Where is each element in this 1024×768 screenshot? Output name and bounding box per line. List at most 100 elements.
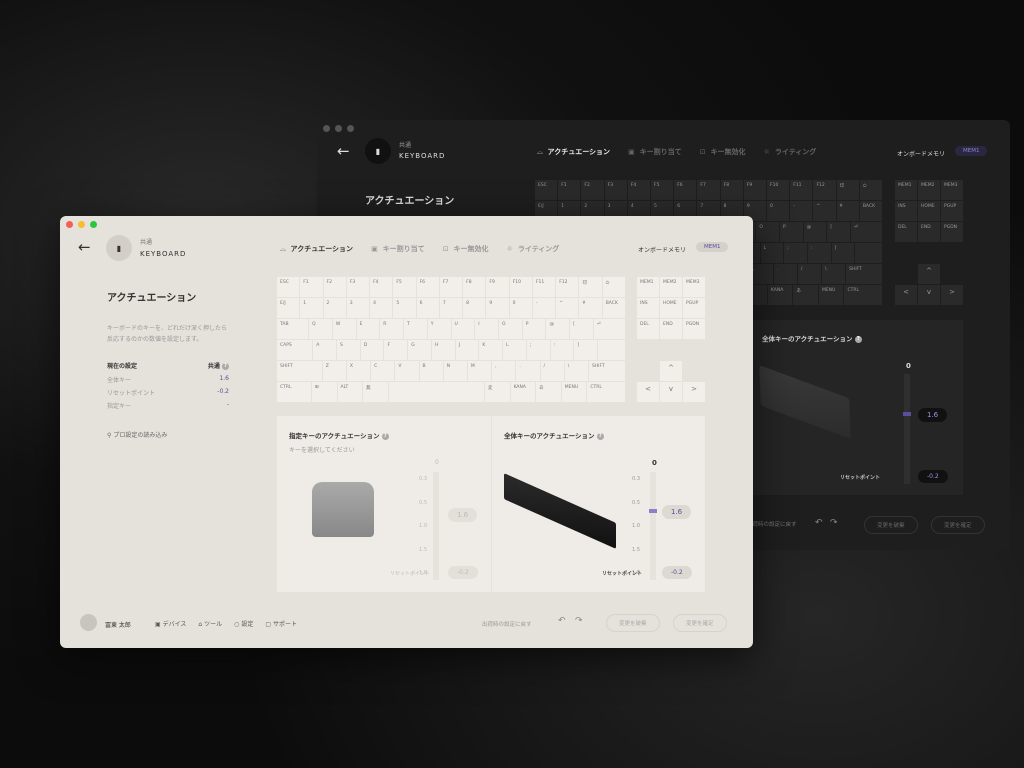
key[interactable]: MEM3 bbox=[683, 277, 705, 297]
key[interactable]: KANA bbox=[510, 382, 536, 402]
back-button[interactable]: ← bbox=[78, 238, 91, 256]
key[interactable]: v bbox=[660, 382, 682, 402]
key[interactable]: @ bbox=[803, 222, 827, 242]
key[interactable]: CAPS bbox=[277, 340, 313, 360]
key[interactable]: ¥ bbox=[836, 201, 859, 221]
key[interactable]: U bbox=[451, 319, 475, 339]
key[interactable]: BACK bbox=[859, 201, 883, 221]
key[interactable]: I bbox=[475, 319, 498, 339]
key[interactable]: F2 bbox=[323, 277, 346, 297]
discard-button[interactable]: 変更を破棄 bbox=[606, 614, 660, 632]
key[interactable]: ¥ bbox=[579, 298, 602, 318]
key[interactable]: / bbox=[797, 264, 821, 284]
key[interactable]: B bbox=[419, 361, 443, 381]
key[interactable]: ESC bbox=[535, 180, 558, 200]
key[interactable]: F7 bbox=[697, 180, 720, 200]
key[interactable]: F10 bbox=[767, 180, 790, 200]
global-value[interactable]: 1.6 bbox=[662, 505, 692, 519]
key[interactable]: ^ bbox=[918, 264, 940, 284]
key[interactable]: F2 bbox=[581, 180, 604, 200]
key[interactable]: E bbox=[356, 319, 380, 339]
key[interactable]: MEM2 bbox=[918, 180, 940, 200]
tab-disable[interactable]: ⊡ キー無効化 bbox=[443, 244, 489, 254]
key[interactable]: Q bbox=[309, 319, 332, 339]
key[interactable]: END bbox=[660, 319, 682, 339]
key[interactable]: MEM3 bbox=[941, 180, 963, 200]
key[interactable]: CTRL bbox=[277, 382, 311, 402]
key[interactable]: \ bbox=[564, 361, 588, 381]
tab-actuation[interactable]: ⌓ アクチュエーション bbox=[280, 244, 353, 254]
key[interactable]: MEM1 bbox=[637, 277, 659, 297]
key[interactable]: F8 bbox=[720, 180, 743, 200]
key[interactable]: O bbox=[756, 222, 780, 242]
actuation-slider[interactable] bbox=[649, 472, 657, 580]
key[interactable]: \ bbox=[821, 264, 846, 284]
key[interactable]: Y bbox=[427, 319, 451, 339]
key[interactable]: HOME bbox=[918, 201, 940, 221]
key[interactable]: MENU bbox=[818, 285, 844, 305]
tab-actuation[interactable]: ⌓ アクチュエーション bbox=[537, 147, 610, 157]
key[interactable]: 2 bbox=[323, 298, 346, 318]
undo-button[interactable]: ↶ bbox=[558, 616, 566, 626]
memory-select[interactable]: MEM1 bbox=[955, 146, 988, 156]
key[interactable]: F1 bbox=[300, 277, 323, 297]
key[interactable]: N bbox=[443, 361, 467, 381]
key[interactable]: , bbox=[749, 264, 773, 284]
redo-button[interactable]: ↷ bbox=[830, 518, 838, 528]
key[interactable]: F6 bbox=[674, 180, 697, 200]
key[interactable] bbox=[855, 243, 883, 263]
key[interactable]: F5 bbox=[393, 277, 416, 297]
key[interactable]: 変 bbox=[484, 382, 510, 402]
key[interactable]: / bbox=[540, 361, 564, 381]
key[interactable]: MEM2 bbox=[660, 277, 682, 297]
key[interactable]: 7 bbox=[439, 298, 463, 318]
key[interactable]: SHIFT bbox=[277, 361, 322, 381]
key[interactable]: 1 bbox=[300, 298, 323, 318]
key[interactable]: PGUP bbox=[683, 298, 705, 318]
memory-select[interactable]: MEM1 bbox=[696, 242, 729, 252]
key[interactable]: PGDN bbox=[941, 222, 963, 242]
global-value[interactable]: 1.6 bbox=[918, 408, 948, 422]
footer-devices[interactable]: ▣ デバイス bbox=[155, 619, 186, 628]
key[interactable]: KANA bbox=[767, 285, 793, 305]
key[interactable]: PGUP bbox=[941, 201, 963, 221]
key[interactable]: F4 bbox=[370, 277, 393, 297]
redo-button[interactable]: ↷ bbox=[575, 616, 583, 626]
key[interactable]: F12 bbox=[556, 277, 579, 297]
slider-handle[interactable] bbox=[649, 509, 657, 513]
key[interactable]: CTRL bbox=[844, 285, 882, 305]
key[interactable]: @ bbox=[546, 319, 570, 339]
key[interactable]: S bbox=[337, 340, 360, 360]
slider-handle[interactable] bbox=[903, 412, 911, 416]
key[interactable]: P bbox=[522, 319, 546, 339]
key[interactable]: O bbox=[498, 319, 522, 339]
key[interactable]: E/J bbox=[277, 298, 300, 318]
tab-disable[interactable]: ⊡ キー無効化 bbox=[700, 147, 746, 157]
key[interactable]: ESC bbox=[277, 277, 300, 297]
tab-lighting[interactable]: ☼ ライティング bbox=[764, 147, 817, 157]
key[interactable]: 9 bbox=[486, 298, 509, 318]
key[interactable]: ] bbox=[574, 340, 598, 360]
key[interactable]: PGDN bbox=[683, 319, 705, 339]
key[interactable]: F3 bbox=[604, 180, 627, 200]
key[interactable]: ⊞ bbox=[311, 382, 337, 402]
key[interactable]: 無 bbox=[363, 382, 388, 402]
key[interactable]: F5 bbox=[651, 180, 674, 200]
key[interactable]: ] bbox=[831, 243, 855, 263]
key[interactable]: TAB bbox=[277, 319, 309, 339]
key[interactable]: ^ bbox=[813, 201, 836, 221]
key[interactable]: CTRL bbox=[587, 382, 625, 402]
key[interactable]: X bbox=[346, 361, 371, 381]
key[interactable]: HOME bbox=[660, 298, 682, 318]
key[interactable]: F11 bbox=[532, 277, 556, 297]
key[interactable]: P bbox=[780, 222, 803, 242]
key[interactable]: あ bbox=[793, 285, 818, 305]
key[interactable]: F bbox=[384, 340, 408, 360]
tab-assign[interactable]: ▣ キー割り当て bbox=[628, 147, 682, 157]
key[interactable]: Z bbox=[322, 361, 346, 381]
key[interactable]: [ bbox=[570, 319, 593, 339]
key[interactable]: C bbox=[371, 361, 395, 381]
key[interactable]: SHIFT bbox=[846, 264, 883, 284]
key[interactable]: BACK bbox=[602, 298, 625, 318]
key[interactable]: F1 bbox=[558, 180, 581, 200]
